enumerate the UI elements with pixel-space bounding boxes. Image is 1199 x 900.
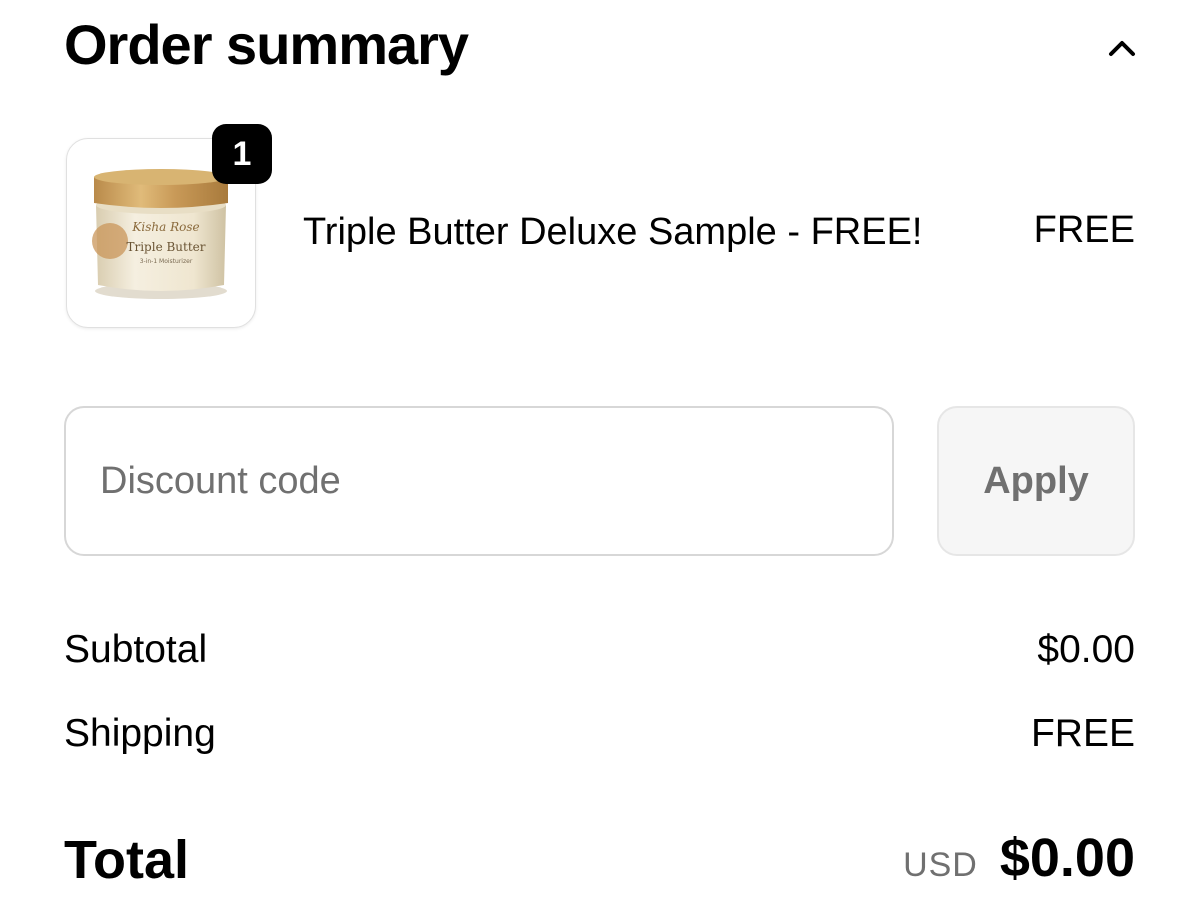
currency-code: USD [903,846,978,884]
svg-text:Triple Butter: Triple Butter [126,240,205,254]
subtotal-label: Subtotal [64,628,208,671]
apply-discount-button[interactable]: Apply [937,406,1135,556]
order-summary-title: Order summary [64,13,469,76]
total-value: $0.00 [999,828,1135,888]
svg-text:3-in-1 Moisturizer: 3-in-1 Moisturizer [140,258,193,265]
order-summary-panel: Order summary Kisha Rose Triple Butter 3… [0,0,1199,900]
product-price: FREE [1033,209,1135,251]
quantity-badge: 1 [212,124,272,184]
product-jar-image: Kisha Rose Triple Butter 3-in-1 Moisturi… [92,169,228,299]
subtotal-value: $0.00 [1037,628,1135,671]
chevron-up-icon [1109,41,1135,56]
svg-text:Kisha Rose: Kisha Rose [131,220,199,234]
collapse-summary-button[interactable] [1100,28,1144,68]
total-amount: USD $0.00 [903,826,1135,890]
shipping-value: FREE [1030,712,1135,755]
shipping-label: Shipping [64,712,216,755]
product-name: Triple Butter Deluxe Sample - FREE! [303,211,923,253]
discount-code-input[interactable] [64,406,894,556]
total-label: Total [64,830,189,890]
